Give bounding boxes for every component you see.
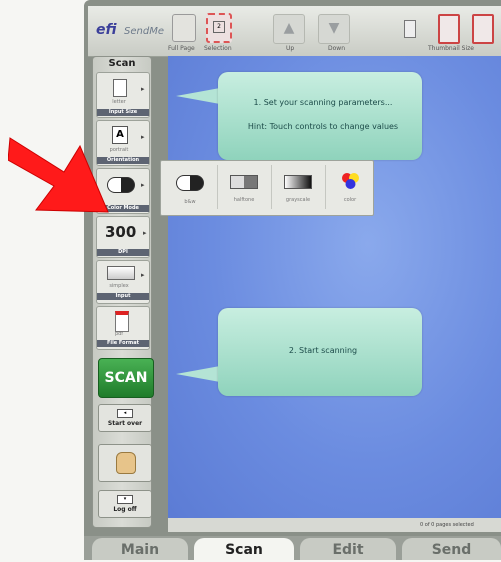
- thumbnail-size-label: Thumbnail Size: [428, 45, 474, 52]
- file-format-control[interactable]: pdf File Format: [96, 306, 150, 350]
- hint-step1-subtext: Hint: Touch controls to change values: [247, 122, 399, 131]
- selection-button[interactable]: 2: [206, 13, 232, 43]
- hand-icon: [116, 452, 136, 474]
- up-button[interactable]: ▲: [273, 14, 305, 44]
- bw-toggle-icon: [176, 175, 204, 191]
- color-option-color[interactable]: color: [327, 163, 373, 213]
- tab-send[interactable]: Send: [402, 538, 501, 560]
- color-option-label: halftone: [233, 197, 255, 203]
- start-over-label: Start over: [107, 420, 143, 427]
- divider: [271, 165, 272, 209]
- full-page-label: Full Page: [168, 45, 195, 52]
- hint-bubble-step2: 2. Start scanning: [218, 308, 422, 396]
- color-option-label: color: [343, 197, 357, 203]
- tab-edit[interactable]: Edit: [300, 538, 396, 560]
- large-thumbnail-button[interactable]: [472, 14, 494, 44]
- grayscale-swatch-icon: [284, 175, 312, 189]
- halftone-swatch-icon: [230, 175, 258, 189]
- brand-logo: efi: [96, 22, 117, 38]
- dpi-control[interactable]: 300 ▸ DPI: [96, 216, 150, 258]
- divider: [325, 165, 326, 209]
- pdf-icon: [115, 311, 129, 332]
- color-circles-icon: [342, 173, 359, 189]
- color-option-halftone[interactable]: halftone: [221, 163, 267, 213]
- app-name: SendMe: [124, 26, 165, 37]
- selection-label: Selection: [204, 45, 232, 52]
- file-format-value: pdf: [114, 331, 124, 337]
- input-control[interactable]: ▸ simplex Input: [96, 260, 150, 304]
- full-page-button[interactable]: [172, 14, 196, 42]
- chevron-right-icon: ▸: [141, 85, 145, 93]
- log-off-button[interactable]: ▾ Log off: [98, 490, 152, 518]
- scan-button[interactable]: SCAN: [98, 358, 154, 398]
- document-icon: [113, 79, 127, 97]
- arrow-left-icon: ◂: [117, 409, 133, 418]
- down-arrow-icon: ▼: [328, 20, 340, 36]
- divider: [217, 165, 218, 209]
- color-option-label: b&w: [184, 199, 196, 205]
- input-size-value: letter: [112, 99, 126, 105]
- medium-thumbnail-button[interactable]: [438, 14, 460, 44]
- color-option-grayscale[interactable]: grayscale: [275, 163, 321, 213]
- up-label: Up: [286, 45, 295, 52]
- input-size-control[interactable]: ▸ letter Input Size: [96, 72, 150, 118]
- page-count: 0 of 0 pages selected: [420, 522, 474, 528]
- tab-main[interactable]: Main: [92, 538, 188, 560]
- chevron-right-icon: ▸: [141, 181, 145, 189]
- hint-pointer: [176, 366, 220, 382]
- hand-tool-button[interactable]: [98, 444, 152, 482]
- hint-pointer: [176, 88, 220, 104]
- input-size-caption: Input Size: [97, 109, 149, 116]
- app-logo: efi SendMe: [96, 22, 164, 38]
- file-format-caption: File Format: [97, 340, 149, 347]
- log-off-label: Log off: [113, 506, 137, 513]
- color-option-bw[interactable]: b&w: [167, 163, 213, 213]
- color-option-label: grayscale: [285, 197, 311, 203]
- chevron-right-icon: ▸: [141, 133, 145, 141]
- input-value: simplex: [109, 283, 129, 289]
- hint-bubble-step1: 1. Set your scanning parameters... Hint:…: [218, 72, 422, 160]
- hint-step2-text: 2. Start scanning: [288, 346, 358, 355]
- down-button[interactable]: ▼: [318, 14, 350, 44]
- chevron-right-icon: ▸: [143, 229, 147, 237]
- input-caption: Input: [97, 293, 149, 300]
- dpi-value: 300: [105, 223, 137, 241]
- tab-scan[interactable]: Scan: [194, 538, 294, 560]
- down-label: Down: [328, 45, 346, 52]
- red-arrow-annotation: [8, 137, 109, 213]
- small-thumbnail-button[interactable]: [404, 20, 416, 38]
- panel-title: Scan: [108, 58, 136, 69]
- scanner-icon: [107, 266, 135, 280]
- up-arrow-icon: ▲: [283, 20, 295, 36]
- start-over-button[interactable]: ◂ Start over: [98, 404, 152, 432]
- hint-step1-text: 1. Set your scanning parameters...: [253, 98, 393, 107]
- color-mode-popup: b&w halftone grayscale color: [160, 160, 374, 216]
- chevron-right-icon: ▸: [141, 271, 145, 279]
- dpi-caption: DPI: [97, 249, 149, 256]
- arrow-down-icon: ▾: [117, 495, 133, 504]
